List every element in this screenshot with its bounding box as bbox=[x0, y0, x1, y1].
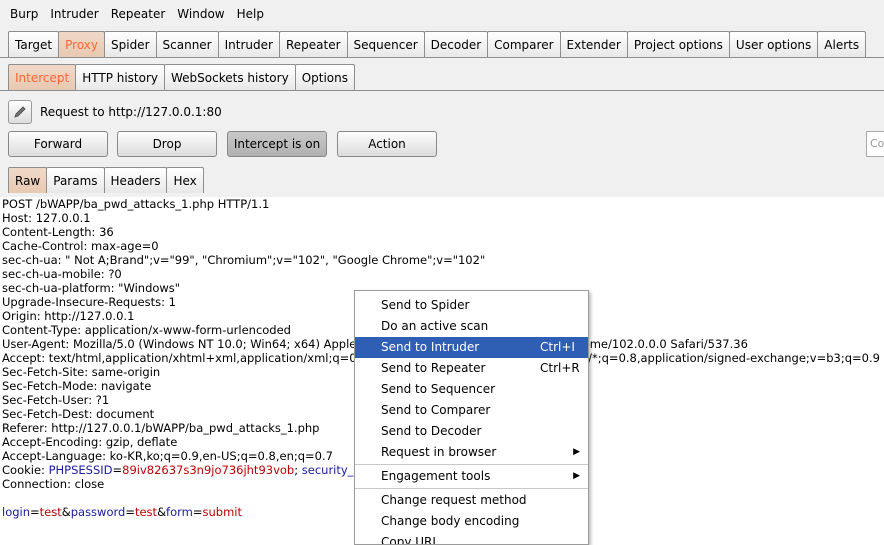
menu-item-label: Send to Sequencer bbox=[381, 382, 496, 396]
tab-intercept[interactable]: Intercept bbox=[8, 64, 77, 90]
tab-headers[interactable]: Headers bbox=[103, 167, 168, 193]
request-target-label: Request to http://127.0.0.1:80 bbox=[40, 105, 222, 119]
menu-help[interactable]: Help bbox=[231, 7, 270, 21]
header-content-length: Content-Length: 36 bbox=[2, 225, 114, 239]
param-amp: & bbox=[61, 505, 71, 519]
search-input[interactable]: Co bbox=[866, 131, 884, 157]
menu-item-copy-url[interactable]: Copy URL bbox=[355, 532, 588, 545]
cookie-eq: = bbox=[112, 463, 123, 477]
menu-item-label: Send to Decoder bbox=[381, 424, 482, 438]
main-tabs: Target Proxy Spider Scanner Intruder Rep… bbox=[8, 31, 867, 57]
menu-item-send-to-sequencer[interactable]: Send to Sequencer bbox=[355, 379, 588, 400]
tab-scanner[interactable]: Scanner bbox=[155, 31, 219, 57]
param-eq: = bbox=[192, 505, 203, 519]
main-tabs-divider bbox=[0, 57, 884, 58]
tab-intruder[interactable]: Intruder bbox=[217, 31, 280, 57]
cookie-name-phpsessid: PHPSESSID bbox=[48, 463, 113, 477]
forward-button[interactable]: Forward bbox=[8, 131, 108, 157]
intercept-toggle-button[interactable]: Intercept is on bbox=[227, 131, 327, 157]
param-eq: = bbox=[30, 505, 40, 519]
tab-project-options[interactable]: Project options bbox=[626, 31, 730, 57]
menu-item-send-to-spider[interactable]: Send to Spider bbox=[355, 295, 588, 316]
tab-extender[interactable]: Extender bbox=[559, 31, 628, 57]
param-password-name: password bbox=[70, 505, 126, 519]
tab-alerts[interactable]: Alerts bbox=[817, 31, 867, 57]
tab-user-options[interactable]: User options bbox=[728, 31, 819, 57]
menu-bar: Burp Intruder Repeater Window Help bbox=[0, 0, 884, 28]
cookie-value-phpsessid: 89iv82637s3n9jo736jht93vob bbox=[122, 463, 295, 477]
request-header: Request to http://127.0.0.1:80 bbox=[8, 100, 222, 124]
tab-http-history[interactable]: HTTP history bbox=[75, 64, 166, 90]
menu-item-label: Send to Intruder bbox=[381, 340, 480, 354]
action-button[interactable]: Action bbox=[337, 131, 437, 157]
pencil-icon[interactable] bbox=[8, 100, 32, 124]
tab-repeater[interactable]: Repeater bbox=[278, 31, 348, 57]
tab-target[interactable]: Target bbox=[8, 31, 60, 57]
menu-item-change-body-encoding[interactable]: Change body encoding bbox=[355, 511, 588, 532]
submenu-arrow-icon: ▶ bbox=[573, 447, 580, 457]
header-sec-ch-ua: sec-ch-ua: " Not A;Brand";v="99", "Chrom… bbox=[2, 253, 486, 267]
menu-item-label: Request in browser bbox=[381, 445, 497, 459]
menu-item-label: Change request method bbox=[381, 493, 527, 507]
tab-hex[interactable]: Hex bbox=[166, 167, 204, 193]
menu-item-send-to-intruder[interactable]: Send to Intruder Ctrl+I bbox=[355, 337, 588, 358]
menu-separator bbox=[355, 488, 588, 489]
cookie-sep: ; bbox=[294, 463, 302, 477]
cookie-prefix: Cookie: bbox=[2, 463, 49, 477]
tab-websockets-history[interactable]: WebSockets history bbox=[164, 64, 296, 90]
menu-window[interactable]: Window bbox=[171, 7, 230, 21]
menu-item-label: Send to Comparer bbox=[381, 403, 491, 417]
menu-item-label: Engagement tools bbox=[381, 469, 491, 483]
drop-button[interactable]: Drop bbox=[117, 131, 217, 157]
menu-item-send-to-repeater[interactable]: Send to Repeater Ctrl+R bbox=[355, 358, 588, 379]
menu-item-change-request-method[interactable]: Change request method bbox=[355, 490, 588, 511]
request-line: POST /bWAPP/ba_pwd_attacks_1.php HTTP/1.… bbox=[2, 197, 270, 211]
tab-sequencer[interactable]: Sequencer bbox=[346, 31, 425, 57]
param-password-value: test bbox=[134, 505, 158, 519]
menu-repeater[interactable]: Repeater bbox=[105, 7, 172, 21]
menu-item-shortcut: Ctrl+I bbox=[540, 340, 575, 354]
menu-intruder[interactable]: Intruder bbox=[44, 7, 104, 21]
param-amp: & bbox=[157, 505, 167, 519]
tab-spider[interactable]: Spider bbox=[104, 31, 157, 57]
tab-options[interactable]: Options bbox=[294, 64, 355, 90]
header-sec-ch-ua-mobile: sec-ch-ua-mobile: ?0 bbox=[2, 267, 122, 281]
menu-item-active-scan[interactable]: Do an active scan bbox=[355, 316, 588, 337]
menu-item-request-in-browser[interactable]: Request in browser ▶ bbox=[355, 442, 588, 463]
menu-item-label: Send to Spider bbox=[381, 298, 470, 312]
proxy-tabs-divider bbox=[0, 90, 884, 91]
tab-params[interactable]: Params bbox=[46, 167, 105, 193]
menu-item-label: Send to Repeater bbox=[381, 361, 486, 375]
menu-item-engagement-tools[interactable]: Engagement tools ▶ bbox=[355, 466, 588, 487]
menu-item-label: Change body encoding bbox=[381, 514, 520, 528]
submenu-arrow-icon: ▶ bbox=[573, 471, 580, 481]
tab-decoder[interactable]: Decoder bbox=[423, 31, 489, 57]
param-login-name: login bbox=[2, 505, 31, 519]
header-host: Host: 127.0.0.1 bbox=[2, 211, 91, 225]
menu-item-shortcut: Ctrl+R bbox=[540, 361, 580, 375]
menu-burp[interactable]: Burp bbox=[4, 7, 44, 21]
header-cache-control: Cache-Control: max-age=0 bbox=[2, 239, 159, 253]
menu-item-label: Copy URL bbox=[381, 535, 440, 545]
param-form-name: form bbox=[166, 505, 193, 519]
menu-separator bbox=[355, 464, 588, 465]
tab-comparer[interactable]: Comparer bbox=[487, 31, 561, 57]
tab-raw[interactable]: Raw bbox=[8, 167, 48, 193]
param-login-value: test bbox=[39, 505, 62, 519]
context-menu: Send to Spider Do an active scan Send to… bbox=[354, 290, 589, 545]
menu-item-send-to-decoder[interactable]: Send to Decoder bbox=[355, 421, 588, 442]
menu-item-send-to-comparer[interactable]: Send to Comparer bbox=[355, 400, 588, 421]
tab-proxy[interactable]: Proxy bbox=[58, 31, 105, 57]
proxy-tabs: Intercept HTTP history WebSockets histor… bbox=[8, 64, 355, 90]
editor-tabs: Raw Params Headers Hex bbox=[8, 167, 204, 193]
menu-item-label: Do an active scan bbox=[381, 319, 489, 333]
param-eq: = bbox=[125, 505, 135, 519]
param-form-value: submit bbox=[202, 505, 243, 519]
